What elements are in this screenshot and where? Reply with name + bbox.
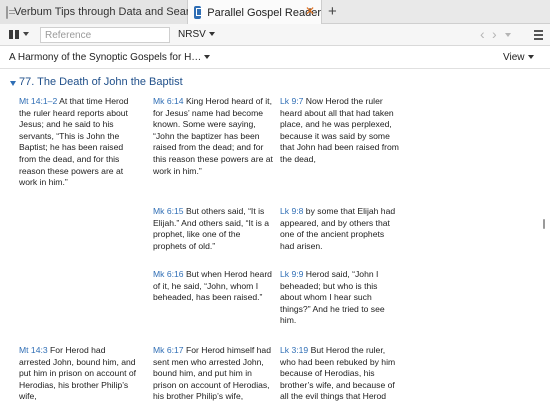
- new-tab-button[interactable]: +: [328, 3, 337, 20]
- scrollbar-thumb[interactable]: [543, 219, 545, 229]
- verse-text: Now Herod the ruler heard about all that…: [280, 96, 399, 164]
- chevron-right-icon[interactable]: ›: [492, 27, 497, 42]
- parallel-cell-mark: Mk 6:15 But others said, “It is Elijah.”…: [153, 206, 273, 252]
- harmony-title: A Harmony of the Synoptic Gospels for H…: [9, 52, 202, 63]
- parallel-cell-luke: Lk 9:9 Herod said, “John I beheaded; but…: [280, 269, 400, 327]
- chevron-down-icon: [527, 55, 534, 60]
- verse-link[interactable]: Mt 14:3: [19, 345, 48, 355]
- chevron-down-icon[interactable]: [505, 33, 511, 37]
- chevron-down-icon[interactable]: [23, 32, 29, 36]
- parallel-cell-mark: Mk 6:16 But when Herod heard of it, he s…: [153, 269, 273, 304]
- parallel-cell-mark: Mk 6:14 King Herod heard of it, for Jesu…: [153, 96, 273, 177]
- tab-label: Parallel Gospel Reader: [207, 6, 321, 19]
- verse-link[interactable]: Mt 14:1–2: [19, 96, 57, 106]
- toolbar: NRSV ‹ ›: [0, 24, 550, 46]
- chevron-left-icon[interactable]: ‹: [480, 27, 485, 42]
- tab-bar: Verbum Tips through Data and Search Para…: [0, 0, 550, 25]
- verse-link[interactable]: Mk 6:17: [153, 345, 184, 355]
- tab-verbum-tips[interactable]: Verbum Tips through Data and Search: [0, 0, 201, 24]
- collapse-icon[interactable]: [10, 81, 16, 86]
- tab-label: Verbum Tips through Data and Search: [14, 6, 202, 18]
- document-icon: [6, 5, 15, 19]
- chevron-down-icon: [204, 55, 211, 60]
- version-dropdown[interactable]: NRSV: [178, 29, 215, 40]
- gospel-reader-icon: [194, 6, 205, 19]
- parallel-cell-luke: Lk 9:8 by some that Elijah had appeared,…: [280, 206, 400, 252]
- version-label: NRSV: [178, 29, 206, 40]
- verse-link[interactable]: Lk 9:8: [280, 206, 303, 216]
- chevron-down-icon: [208, 32, 215, 37]
- verse-text: King Herod heard of it, for Jesus’ name …: [153, 96, 273, 176]
- parallel-cell-luke: Lk 9:7 Now Herod the ruler heard about a…: [280, 96, 400, 166]
- verse-link[interactable]: Mk 6:14: [153, 96, 184, 106]
- view-label: View: [503, 52, 525, 63]
- section-heading: 77. The Death of John the Baptist: [19, 76, 183, 88]
- verse-link[interactable]: Lk 9:7: [280, 96, 303, 106]
- verse-link[interactable]: Mk 6:16: [153, 269, 184, 279]
- verse-text: At that time Herod the ruler heard repor…: [19, 96, 129, 188]
- close-icon[interactable]: ✕: [305, 5, 315, 18]
- parallel-cell-luke: Lk 3:19 But Herod the ruler, who had bee…: [280, 345, 400, 403]
- verse-link[interactable]: Lk 9:9: [280, 269, 303, 279]
- tab-parallel-gospel-reader[interactable]: Parallel Gospel Reader ✕: [188, 0, 322, 25]
- parallel-cell-matthew: Mt 14:3 For Herod had arrested John, bou…: [19, 345, 139, 403]
- view-menu[interactable]: View: [503, 52, 534, 63]
- verse-link[interactable]: Mk 6:15: [153, 206, 184, 216]
- harmony-title-dropdown[interactable]: A Harmony of the Synoptic Gospels for H…: [9, 52, 211, 63]
- verse-link[interactable]: Lk 3:19: [280, 345, 308, 355]
- parallel-cell-matthew: Mt 14:1–2 At that time Herod the ruler h…: [19, 96, 139, 189]
- parallel-cell-mark: Mk 6:17 For Herod himself had sent men w…: [153, 345, 273, 403]
- reference-input[interactable]: [40, 27, 170, 43]
- resource-title-bar: A Harmony of the Synoptic Gospels for H……: [0, 47, 550, 69]
- panel-toggle-icon[interactable]: [9, 30, 19, 39]
- menu-icon[interactable]: [534, 30, 543, 40]
